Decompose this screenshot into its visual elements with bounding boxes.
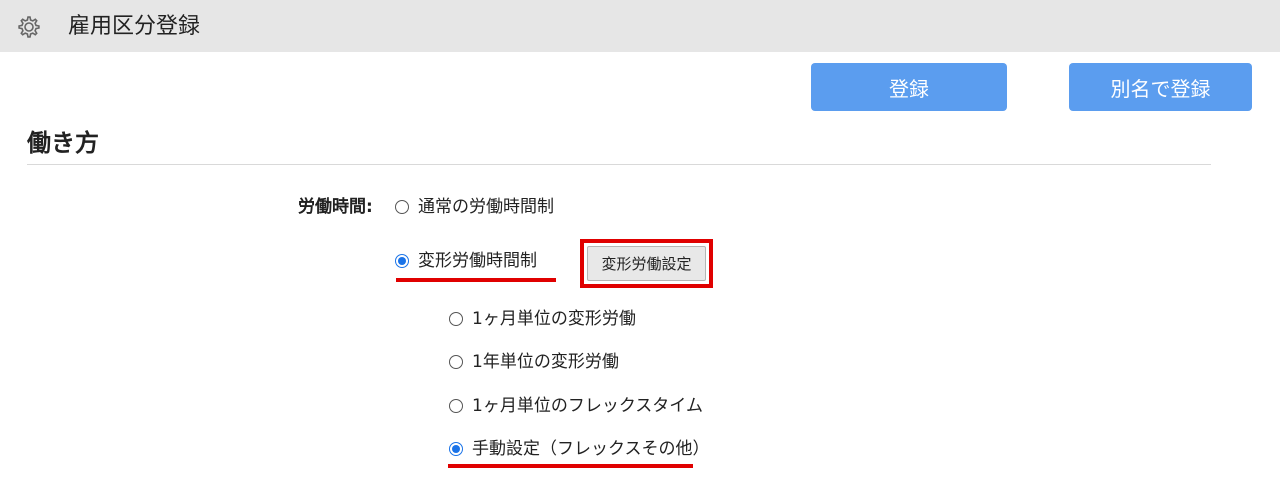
radio-button[interactable]: [449, 399, 463, 413]
radio-button[interactable]: [395, 200, 409, 214]
radio-yearly-variable[interactable]: 1年単位の変形労働: [449, 351, 619, 373]
radio-label: 手動設定（フレックスその他）: [472, 439, 710, 459]
radio-variable-hours[interactable]: 変形労働時間制: [395, 250, 537, 272]
variable-hours-settings-button[interactable]: 変形労働設定: [587, 246, 706, 281]
title-bar: 雇用区分登録: [0, 0, 1280, 52]
radio-label: 1ヶ月単位の変形労働: [472, 309, 636, 329]
section-title: 働き方: [27, 129, 99, 157]
page-title: 雇用区分登録: [68, 14, 201, 39]
radio-monthly-flextime[interactable]: 1ヶ月単位のフレックスタイム: [449, 395, 703, 417]
radio-button-selected[interactable]: [449, 442, 463, 456]
work-hours-label: 労働時間:: [298, 197, 373, 217]
radio-label: 1年単位の変形労働: [472, 352, 619, 372]
radio-manual-setting[interactable]: 手動設定（フレックスその他）: [449, 438, 710, 460]
radio-label: 1ヶ月単位のフレックスタイム: [472, 396, 703, 416]
radio-button-selected[interactable]: [395, 254, 409, 268]
register-button[interactable]: 登録: [811, 63, 1007, 111]
radio-button[interactable]: [449, 312, 463, 326]
highlight-underline: [396, 278, 556, 282]
radio-button[interactable]: [449, 355, 463, 369]
highlight-underline: [448, 464, 693, 468]
radio-label: 通常の労働時間制: [418, 197, 554, 217]
section-divider: [27, 164, 1211, 165]
radio-standard-hours[interactable]: 通常の労働時間制: [395, 196, 554, 218]
register-as-button[interactable]: 別名で登録: [1069, 63, 1252, 111]
gear-icon[interactable]: [15, 13, 43, 41]
radio-label: 変形労働時間制: [418, 251, 537, 271]
radio-monthly-variable[interactable]: 1ヶ月単位の変形労働: [449, 308, 636, 330]
